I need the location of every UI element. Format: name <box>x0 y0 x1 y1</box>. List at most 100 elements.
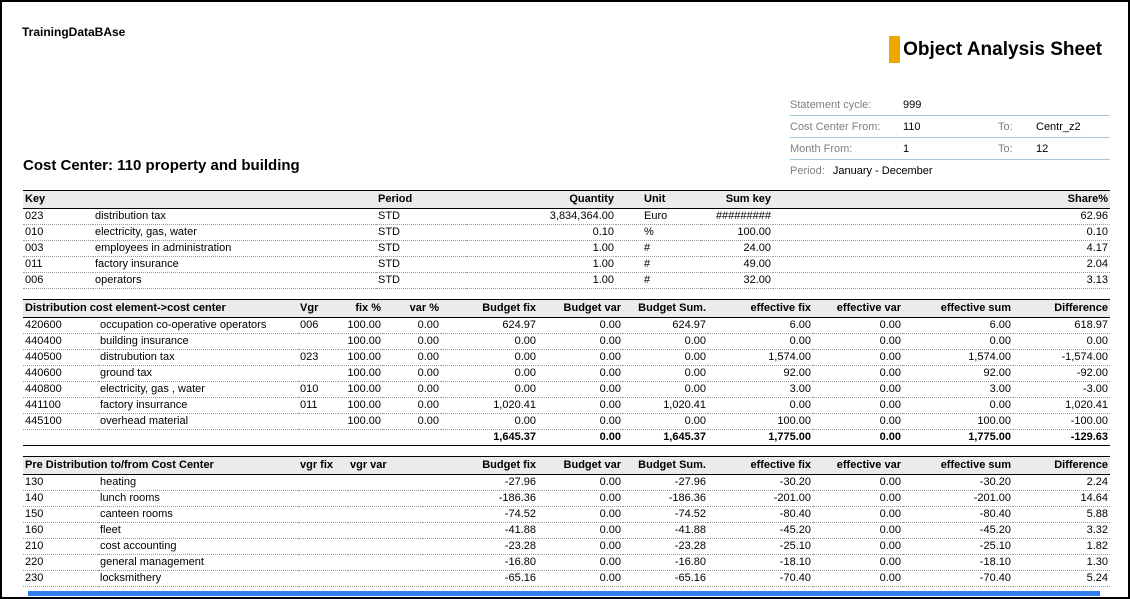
cell-difference: 1.82 <box>1013 539 1110 555</box>
report-title-block: Object Analysis Sheet <box>889 36 1102 63</box>
distribution-table-row: 445100 overhead material 100.00 0.00 0.0… <box>23 414 1110 430</box>
cell-description: overhead material <box>98 414 298 430</box>
cost-center-from-label: Cost Center From: <box>790 121 903 133</box>
cell-description: lunch rooms <box>98 491 298 507</box>
cell-budget-var: 0.00 <box>538 334 623 350</box>
cell-effective-var: 0.00 <box>813 366 903 382</box>
pre-distribution-row: 230 locksmithery -65.16 0.00 -65.16 -70.… <box>23 571 1110 587</box>
total-effective-var: 0.00 <box>813 430 903 446</box>
cell-effective-fix: -70.40 <box>708 571 813 587</box>
cell-effective-sum: -30.20 <box>903 475 1013 491</box>
cell-fix-pct: 100.00 <box>338 382 383 398</box>
filter-panel: Statement cycle: 999 Cost Center From: 1… <box>790 94 1110 181</box>
cell-unit: # <box>616 257 701 273</box>
pre-distribution-row: 210 cost accounting -23.28 0.00 -23.28 -… <box>23 539 1110 555</box>
key-table-row: 003 employees in administration STD 1.00… <box>23 241 1110 257</box>
cell-vgr-fix <box>298 475 348 491</box>
cell-key-code: 010 <box>23 225 93 241</box>
cell-period: STD <box>376 225 466 241</box>
cell-cost-center-code: 140 <box>23 491 98 507</box>
cell-effective-sum: 6.00 <box>903 318 1013 334</box>
cell-period: STD <box>376 209 466 225</box>
cell-effective-var: 0.00 <box>813 555 903 571</box>
col-header-effective-var: effective var <box>813 300 903 318</box>
month-range-row: Month From: 1 To: 12 <box>790 138 1110 160</box>
cell-budget-fix: 0.00 <box>441 382 538 398</box>
cell-effective-sum: 3.00 <box>903 382 1013 398</box>
cell-fix-pct: 100.00 <box>338 366 383 382</box>
cell-difference: 0.00 <box>1013 334 1110 350</box>
month-to-label: To: <box>998 143 1036 155</box>
cell-budget-fix: -186.36 <box>423 491 538 507</box>
cell-effective-fix: -80.40 <box>708 507 813 523</box>
cell-effective-var: 0.00 <box>813 507 903 523</box>
cell-var-pct: 0.00 <box>383 350 441 366</box>
cell-description: factory insurance <box>93 257 376 273</box>
col-header-fix-pct: fix % <box>338 300 383 318</box>
database-name: TrainingDataBAse <box>22 25 125 39</box>
cell-share: 0.10 <box>773 225 1110 241</box>
cell-effective-fix: 1,574.00 <box>708 350 813 366</box>
month-from-label: Month From: <box>790 143 903 155</box>
col-header-effective-fix: effective fix <box>708 457 813 475</box>
cell-fix-pct: 100.00 <box>338 398 383 414</box>
cell-cost-center-code: 210 <box>23 539 98 555</box>
cell-budget-var: 0.00 <box>538 398 623 414</box>
pre-distribution-row: 160 fleet -41.88 0.00 -41.88 -45.20 0.00… <box>23 523 1110 539</box>
cell-budget-var: 0.00 <box>538 350 623 366</box>
cell-budget-var: 0.00 <box>538 491 623 507</box>
cost-center-to-value: Centr_z2 <box>1036 121 1110 133</box>
cell-var-pct: 0.00 <box>383 334 441 350</box>
cell-share: 2.04 <box>773 257 1110 273</box>
distribution-totals-row: 1,645.37 0.00 1,645.37 1,775.00 0.00 1,7… <box>23 430 1110 446</box>
cell-quantity: 1.00 <box>466 257 616 273</box>
cell-vgr-var <box>348 507 423 523</box>
col-header-budget-fix: Budget fix <box>423 457 538 475</box>
cell-description: electricity, gas , water <box>98 382 298 398</box>
pre-distribution-row: 220 general management -16.80 0.00 -16.8… <box>23 555 1110 571</box>
total-budget-sum: 1,645.37 <box>623 430 708 446</box>
cell-budget-var: 0.00 <box>538 555 623 571</box>
cell-empty <box>298 430 338 446</box>
cell-budget-fix: -65.16 <box>423 571 538 587</box>
cell-description: distribution tax <box>93 209 376 225</box>
pre-distribution-row: 140 lunch rooms -186.36 0.00 -186.36 -20… <box>23 491 1110 507</box>
col-header-var-pct: var % <box>383 300 441 318</box>
cell-budget-var: 0.00 <box>538 475 623 491</box>
cell-difference: 5.88 <box>1013 507 1110 523</box>
cell-sum-key: 49.00 <box>701 257 773 273</box>
cell-quantity: 3,834,364.00 <box>466 209 616 225</box>
cell-effective-sum: -25.10 <box>903 539 1013 555</box>
cell-cost-center-code: 130 <box>23 475 98 491</box>
cell-difference: 14.64 <box>1013 491 1110 507</box>
cell-vgr-var <box>348 539 423 555</box>
cell-budget-sum: -27.96 <box>623 475 708 491</box>
cell-cost-element-code: 440400 <box>23 334 98 350</box>
cell-effective-fix: -45.20 <box>708 523 813 539</box>
cell-vgr-fix <box>298 523 348 539</box>
cell-cost-center-code: 150 <box>23 507 98 523</box>
distribution-table-title: Distribution cost element->cost center <box>23 300 298 318</box>
cell-description: operators <box>93 273 376 289</box>
cell-quantity: 1.00 <box>466 273 616 289</box>
key-table-header-row: Key Period Quantity Unit Sum key Share% <box>23 191 1110 209</box>
cell-effective-fix: -30.20 <box>708 475 813 491</box>
cell-effective-var: 0.00 <box>813 414 903 430</box>
cell-key-code: 003 <box>23 241 93 257</box>
cell-share: 3.13 <box>773 273 1110 289</box>
col-header-unit: Unit <box>616 191 701 209</box>
cell-key-code: 023 <box>23 209 93 225</box>
report-title: Object Analysis Sheet <box>903 39 1102 61</box>
cell-budget-fix: 624.97 <box>441 318 538 334</box>
cell-vgr-fix <box>298 539 348 555</box>
col-header-budget-fix: Budget fix <box>441 300 538 318</box>
col-header-vgr: Vgr <box>298 300 338 318</box>
cell-budget-sum: -74.52 <box>623 507 708 523</box>
distribution-table-row: 440400 building insurance 100.00 0.00 0.… <box>23 334 1110 350</box>
horizontal-scrollbar[interactable] <box>28 591 1100 596</box>
cell-fix-pct: 100.00 <box>338 334 383 350</box>
cell-effective-sum: -80.40 <box>903 507 1013 523</box>
col-header-vgr-fix: vgr fix <box>298 457 348 475</box>
cell-unit: % <box>616 225 701 241</box>
cell-effective-var: 0.00 <box>813 334 903 350</box>
